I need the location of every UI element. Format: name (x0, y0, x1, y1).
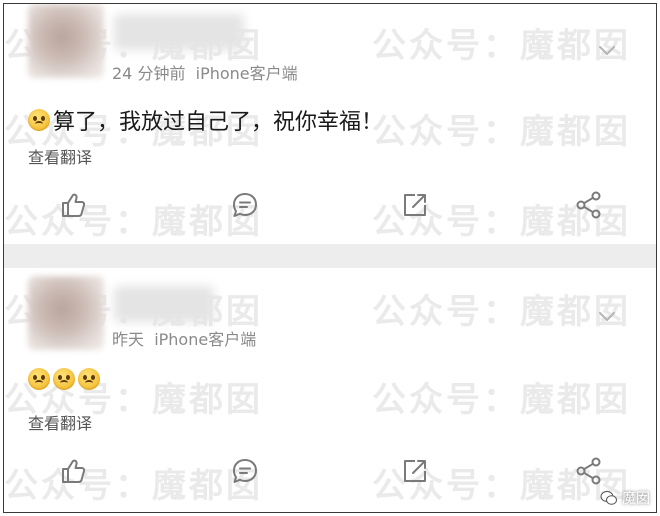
comment-text: 算了，我放过自己了，祝你幸福！ (53, 110, 384, 135)
like-button[interactable] (56, 188, 90, 222)
comment-button[interactable] (228, 188, 262, 222)
repost-button[interactable] (398, 454, 432, 488)
comment-meta: 24 分钟前 iPhone客户端 (112, 60, 298, 84)
share-button[interactable] (572, 188, 606, 222)
badge-label: 魔囡 (622, 491, 650, 507)
wechat-icon (600, 491, 617, 505)
view-translation-link[interactable]: 查看翻译 (28, 144, 92, 168)
thumbs-up-icon (62, 193, 86, 217)
username-blurred[interactable] (114, 14, 244, 50)
share-out-icon (404, 194, 426, 216)
share-nodes-icon (576, 457, 601, 485)
like-button[interactable] (56, 454, 90, 488)
chevron-down-icon[interactable] (598, 310, 616, 324)
account-badge: 魔囡 (600, 488, 650, 508)
share-nodes-icon (576, 191, 601, 219)
comment-icon (233, 193, 257, 217)
comment-content: 算了，我放过自己了，祝你幸福！ (28, 104, 383, 136)
comment-item: 24 分钟前 iPhone客户端 算了，我放过自己了，祝你幸福！ 查看翻译 (4, 4, 656, 244)
comment-actions (4, 454, 656, 494)
weibo-comments-screenshot: 公众号：魔都囡 公众号：魔都囡 公众号：魔都囡 公众号：魔都囡 公众号：魔都囡 … (3, 3, 657, 513)
avatar[interactable] (28, 276, 104, 350)
comment-actions (4, 188, 656, 228)
comment-item: 昨天 iPhone客户端 查看翻译 (4, 268, 656, 512)
pleading-face-emoji-icon (53, 368, 75, 390)
comment-content (28, 368, 103, 390)
avatar[interactable] (28, 4, 104, 78)
comment-time: 昨天 (112, 330, 145, 349)
section-divider (4, 244, 656, 268)
username-blurred[interactable] (114, 286, 214, 322)
repost-button[interactable] (398, 188, 432, 222)
comment-client: iPhone客户端 (195, 64, 298, 83)
view-translation-link[interactable]: 查看翻译 (28, 410, 92, 434)
comment-client: iPhone客户端 (154, 330, 257, 349)
pleading-face-emoji-icon (28, 368, 50, 390)
comment-button[interactable] (228, 454, 262, 488)
thumbs-up-icon (62, 459, 86, 483)
comment-icon (233, 459, 257, 483)
comment-time: 24 分钟前 (112, 64, 186, 83)
share-out-icon (404, 460, 426, 482)
comment-meta: 昨天 iPhone客户端 (112, 326, 256, 350)
sad-face-emoji-icon (28, 109, 50, 131)
pleading-face-emoji-icon (78, 368, 100, 390)
chevron-down-icon[interactable] (598, 44, 616, 58)
share-button[interactable] (572, 454, 606, 488)
